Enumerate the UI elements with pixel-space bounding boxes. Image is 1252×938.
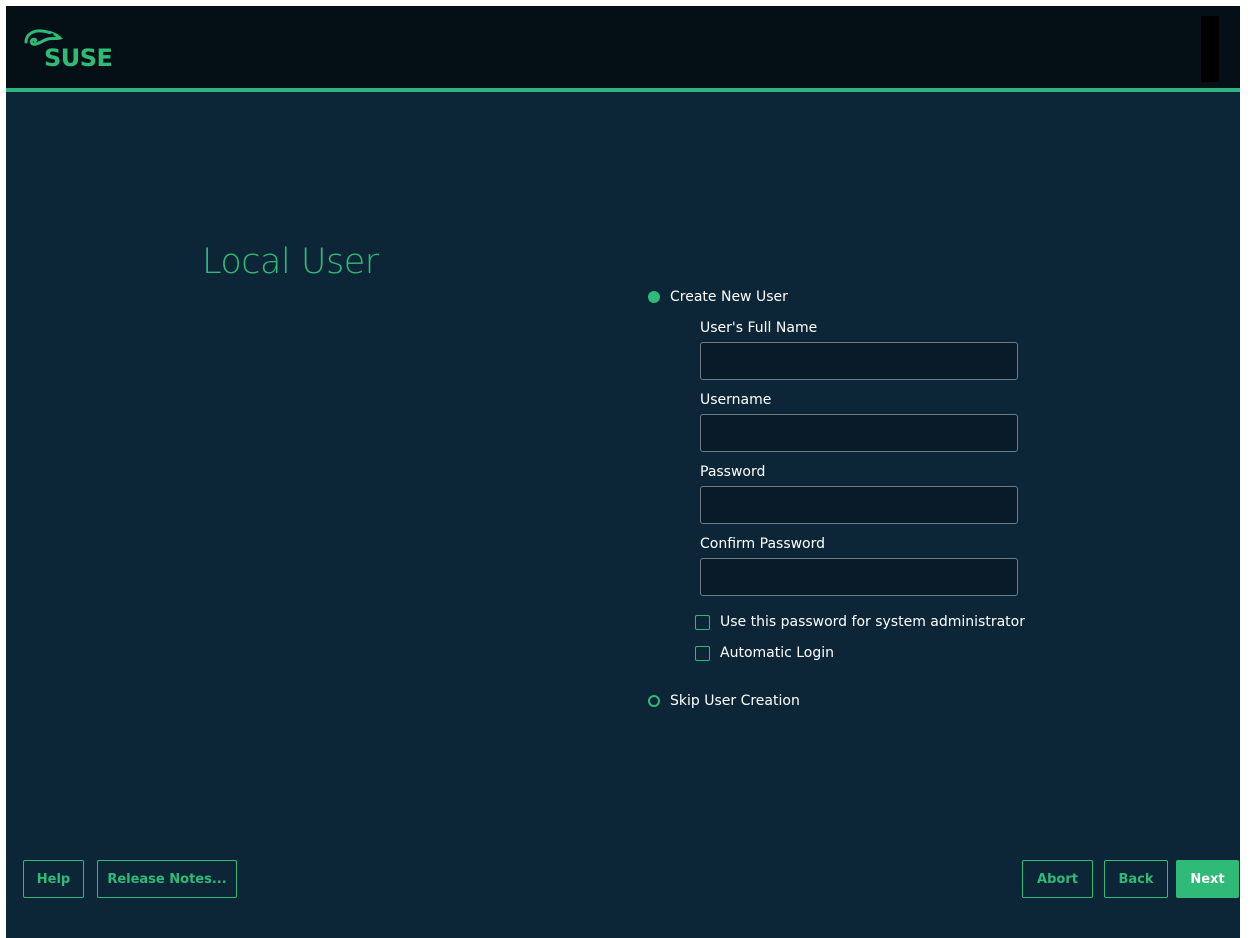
accent-divider <box>6 88 1240 92</box>
top-banner: SUSE <box>6 6 1240 88</box>
abort-button[interactable]: Abort <box>1022 860 1093 898</box>
skip-user-radio[interactable]: Skip User Creation <box>648 693 800 709</box>
create-user-label: Create New User <box>670 289 788 305</box>
create-user-radio[interactable]: Create New User <box>648 289 788 305</box>
back-button-label: Back <box>1118 871 1154 887</box>
release-notes-button[interactable]: Release Notes... <box>97 860 237 898</box>
use-for-admin-option[interactable]: Use this password for system administrat… <box>695 614 1025 630</box>
checkbox-icon[interactable] <box>695 645 710 661</box>
radio-unselected-icon[interactable] <box>648 695 660 707</box>
use-for-admin-label: Use this password for system administrat… <box>720 614 1025 630</box>
checkbox-icon[interactable] <box>695 614 710 630</box>
help-button-label: Help <box>36 871 71 887</box>
automatic-login-label: Automatic Login <box>720 645 835 661</box>
installer-window: SUSE Local User Create New User User's F… <box>6 6 1240 938</box>
password-label: Password <box>700 464 766 480</box>
radio-selected-icon[interactable] <box>648 291 660 303</box>
release-notes-button-label: Release Notes... <box>107 871 227 887</box>
next-button-label: Next <box>1190 871 1225 887</box>
confirm-password-label: Confirm Password <box>700 536 826 552</box>
help-button[interactable]: Help <box>23 860 84 898</box>
confirm-password-input[interactable] <box>700 558 1018 596</box>
password-input[interactable] <box>700 486 1018 524</box>
topbar-corner-block <box>1201 16 1219 82</box>
automatic-login-option[interactable]: Automatic Login <box>695 645 834 661</box>
abort-button-label: Abort <box>1037 871 1078 887</box>
full-name-label: User's Full Name <box>700 320 818 336</box>
username-label: Username <box>700 392 772 408</box>
suse-logo: SUSE <box>24 28 124 74</box>
next-button[interactable]: Next <box>1176 860 1239 898</box>
username-input[interactable] <box>700 414 1018 452</box>
page-title: Local User <box>202 242 379 282</box>
skip-user-label: Skip User Creation <box>670 693 800 709</box>
full-name-input[interactable] <box>700 342 1018 380</box>
suse-wordmark: SUSE <box>44 44 113 72</box>
back-button[interactable]: Back <box>1104 860 1168 898</box>
